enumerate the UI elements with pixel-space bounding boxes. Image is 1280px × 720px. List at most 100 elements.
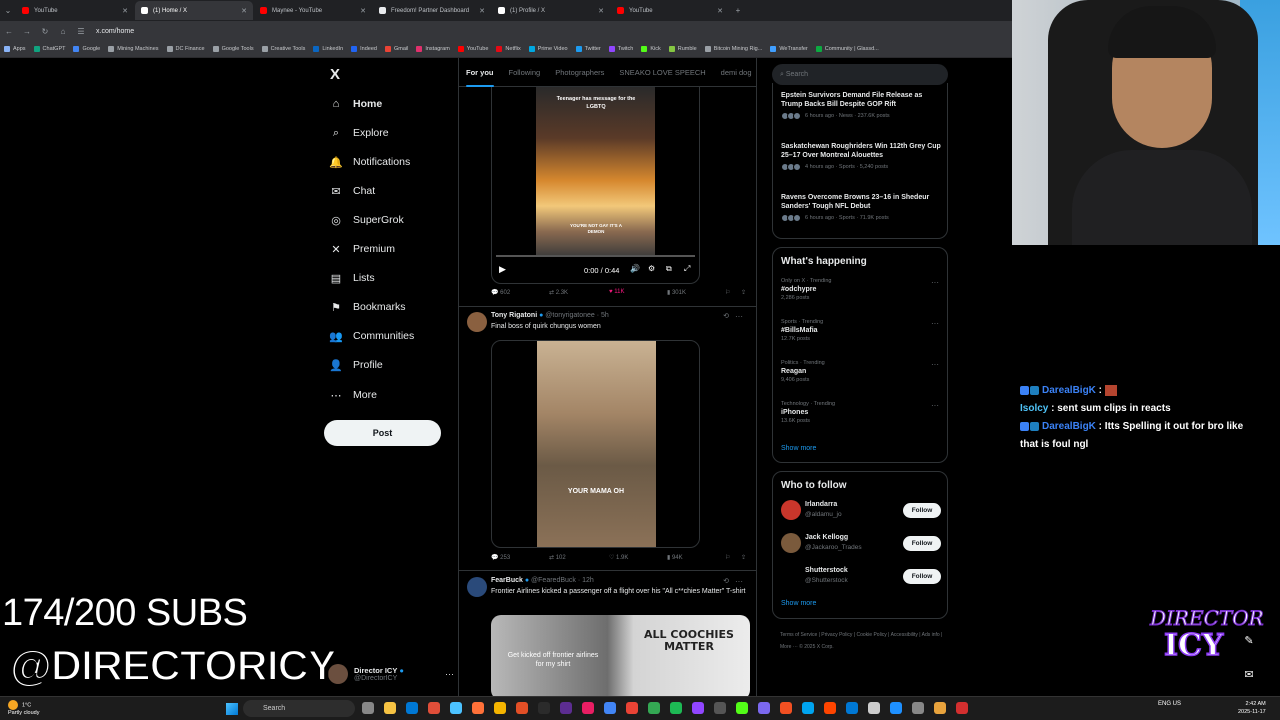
bookmark-item[interactable]: Apps — [4, 46, 26, 52]
bookmark-item[interactable]: Kick — [641, 46, 661, 52]
taskbar-app-icon[interactable] — [890, 702, 902, 714]
video-player[interactable]: YOUR MAMA OH — [491, 340, 700, 548]
reply-button[interactable]: 💬 253 — [491, 554, 510, 561]
show-more-link[interactable]: Show more — [781, 445, 816, 452]
repost-button[interactable]: ⇄ 2.3K — [549, 289, 568, 296]
site-info-icon[interactable]: ☰ — [72, 27, 90, 36]
close-icon[interactable]: ✕ — [479, 7, 485, 15]
follow-button[interactable]: Follow — [903, 569, 941, 584]
bookmark-item[interactable]: Creative Tools — [261, 46, 305, 52]
new-tab-icon[interactable]: + — [730, 6, 746, 15]
feed-tab[interactable]: For you — [466, 58, 494, 87]
more-dots-icon[interactable]: ··· — [931, 319, 939, 328]
video-frame[interactable] — [537, 341, 656, 547]
play-icon[interactable]: ▶ — [499, 264, 506, 275]
browser-tab[interactable]: YouTube ✕ — [16, 1, 134, 20]
bookmark-item[interactable]: Gmail — [384, 46, 408, 52]
bookmark-item[interactable]: LinkedIn — [313, 46, 343, 52]
taskbar-app-icon[interactable] — [692, 702, 704, 714]
close-icon[interactable]: ✕ — [241, 7, 247, 15]
follow-button[interactable]: Follow — [903, 536, 941, 551]
lang-indicator[interactable]: ENG US — [1158, 701, 1186, 708]
taskbar-app-icon[interactable] — [934, 702, 946, 714]
taskbar-app-icon[interactable] — [604, 702, 616, 714]
nav-item-lists[interactable]: ▤ Lists — [328, 267, 375, 289]
x-logo-icon[interactable]: X — [330, 66, 340, 83]
show-more-link[interactable]: Show more — [781, 600, 816, 607]
bookmark-item[interactable]: ChatGPT — [33, 46, 65, 52]
tweet-author[interactable]: Tony Rigatoni ● @tonyrigatonee · 5h — [491, 312, 609, 319]
bookmark-item[interactable]: DC Finance — [166, 46, 205, 52]
footer-links[interactable]: Terms of Service | Privacy Policy | Cook… — [780, 629, 948, 653]
taskbar-app-icon[interactable] — [538, 702, 550, 714]
follow-suggestion[interactable]: Shutterstock @Shutterstock Follow — [781, 566, 941, 588]
nav-item-supergrok[interactable]: ◎ SuperGrok — [328, 209, 404, 231]
nav-item-bookmarks[interactable]: ⚑ Bookmarks — [328, 296, 405, 318]
share-icon[interactable]: ⇪ — [741, 289, 746, 296]
more-dots-icon[interactable]: ··· — [931, 360, 939, 369]
follow-suggestion[interactable]: Irlandarra @aldamu_jo Follow — [781, 500, 941, 522]
back-icon[interactable]: ← — [0, 27, 18, 36]
weather-widget[interactable]: 1°C Partly cloudy — [8, 700, 40, 717]
avatar[interactable] — [467, 312, 487, 332]
more-dots-icon[interactable]: ··· — [735, 577, 743, 586]
follow-button[interactable]: Follow — [903, 503, 941, 518]
bookmark-item[interactable]: Google — [73, 46, 100, 52]
reply-button[interactable]: 💬 602 — [491, 289, 510, 296]
like-button[interactable]: ♥ 11K — [609, 289, 624, 295]
news-item[interactable]: Saskatchewan Roughriders Win 112th Grey … — [781, 142, 943, 171]
close-icon[interactable]: ✕ — [360, 7, 366, 15]
browser-tab[interactable]: Maynee - YouTube ✕ — [254, 1, 372, 20]
more-dots-icon[interactable]: ··· — [931, 278, 939, 287]
bookmark-item[interactable]: Google Tools — [212, 46, 254, 52]
account-switcher[interactable]: Director ICY ● @DirectorICY ··· — [328, 659, 456, 689]
compose-icon[interactable]: ✎ — [1241, 634, 1257, 650]
trend-item[interactable]: Technology · Trending iPhones 13.6K posts ·… — [781, 401, 941, 424]
taskbar-app-icon[interactable] — [384, 702, 396, 714]
close-icon[interactable]: ✕ — [598, 7, 604, 15]
grok-icon[interactable]: ⟲ — [723, 577, 729, 585]
search-input[interactable]: ⌕ Search — [772, 64, 948, 85]
bookmark-item[interactable]: Netflix — [496, 46, 521, 52]
share-icon[interactable]: ⇪ — [741, 554, 746, 561]
bookmark-item[interactable]: Twitch — [608, 46, 633, 52]
messages-icon[interactable]: ✉ — [1241, 668, 1257, 684]
taskbar-app-icon[interactable] — [494, 702, 506, 714]
taskbar-app-icon[interactable] — [472, 702, 484, 714]
browser-tab[interactable]: (1) Profile / X ✕ — [492, 1, 610, 20]
more-dots-icon[interactable]: ··· — [735, 312, 743, 321]
taskbar-app-icon[interactable] — [758, 702, 770, 714]
taskbar-app-icon[interactable] — [450, 702, 462, 714]
views-count[interactable]: ▮ 94K — [667, 554, 683, 561]
post-button[interactable]: Post — [324, 420, 441, 446]
bookmark-item[interactable]: Twitter — [575, 46, 601, 52]
taskbar-app-icon[interactable] — [912, 702, 924, 714]
feed-tab[interactable]: SNEAKO LOVE SPEECH — [619, 58, 705, 87]
taskbar-app-icon[interactable] — [516, 702, 528, 714]
nav-item-communities[interactable]: 👥 Communities — [328, 325, 414, 347]
bookmark-item[interactable]: Prime Video — [528, 46, 568, 52]
trend-item[interactable]: Sports · Trending #BillsMafia 12.7K posts ·… — [781, 319, 941, 342]
bookmark-item[interactable]: YouTube — [457, 46, 488, 52]
news-item[interactable]: Ravens Overcome Browns 23–16 in Shedeur … — [781, 193, 943, 222]
taskbar-app-icon[interactable] — [714, 702, 726, 714]
fullscreen-icon[interactable]: ⤢ — [684, 264, 690, 274]
views-count[interactable]: ▮ 301K — [667, 289, 686, 296]
close-icon[interactable]: ✕ — [122, 7, 128, 15]
home-browser-icon[interactable]: ⌂ — [54, 27, 72, 36]
url-field[interactable]: x.com/home — [96, 28, 134, 35]
more-dots-icon[interactable]: ··· — [931, 401, 939, 410]
bookmark-item[interactable]: Mining Machines — [108, 46, 159, 52]
browser-tab[interactable]: Freedom! Partner Dashboard ✕ — [373, 1, 491, 20]
taskbar-app-icon[interactable] — [846, 702, 858, 714]
system-tray[interactable]: ENG US — [1158, 701, 1186, 708]
bookmark-item[interactable]: Instagram — [416, 46, 450, 52]
clock[interactable]: 2:42 AM 2025-11-17 — [1238, 700, 1266, 716]
taskbar-app-icon[interactable] — [780, 702, 792, 714]
bookmark-item[interactable]: WeTransfer — [770, 46, 808, 52]
feed-tab[interactable]: Following — [509, 58, 541, 87]
taskbar-search[interactable]: Search — [243, 700, 355, 717]
trend-item[interactable]: Politics · Trending Reagan 9,406 posts ··· — [781, 360, 941, 383]
tweet-image[interactable]: Get kicked off frontier airlines for my … — [491, 615, 750, 696]
grok-icon[interactable]: ⟲ — [723, 312, 729, 320]
